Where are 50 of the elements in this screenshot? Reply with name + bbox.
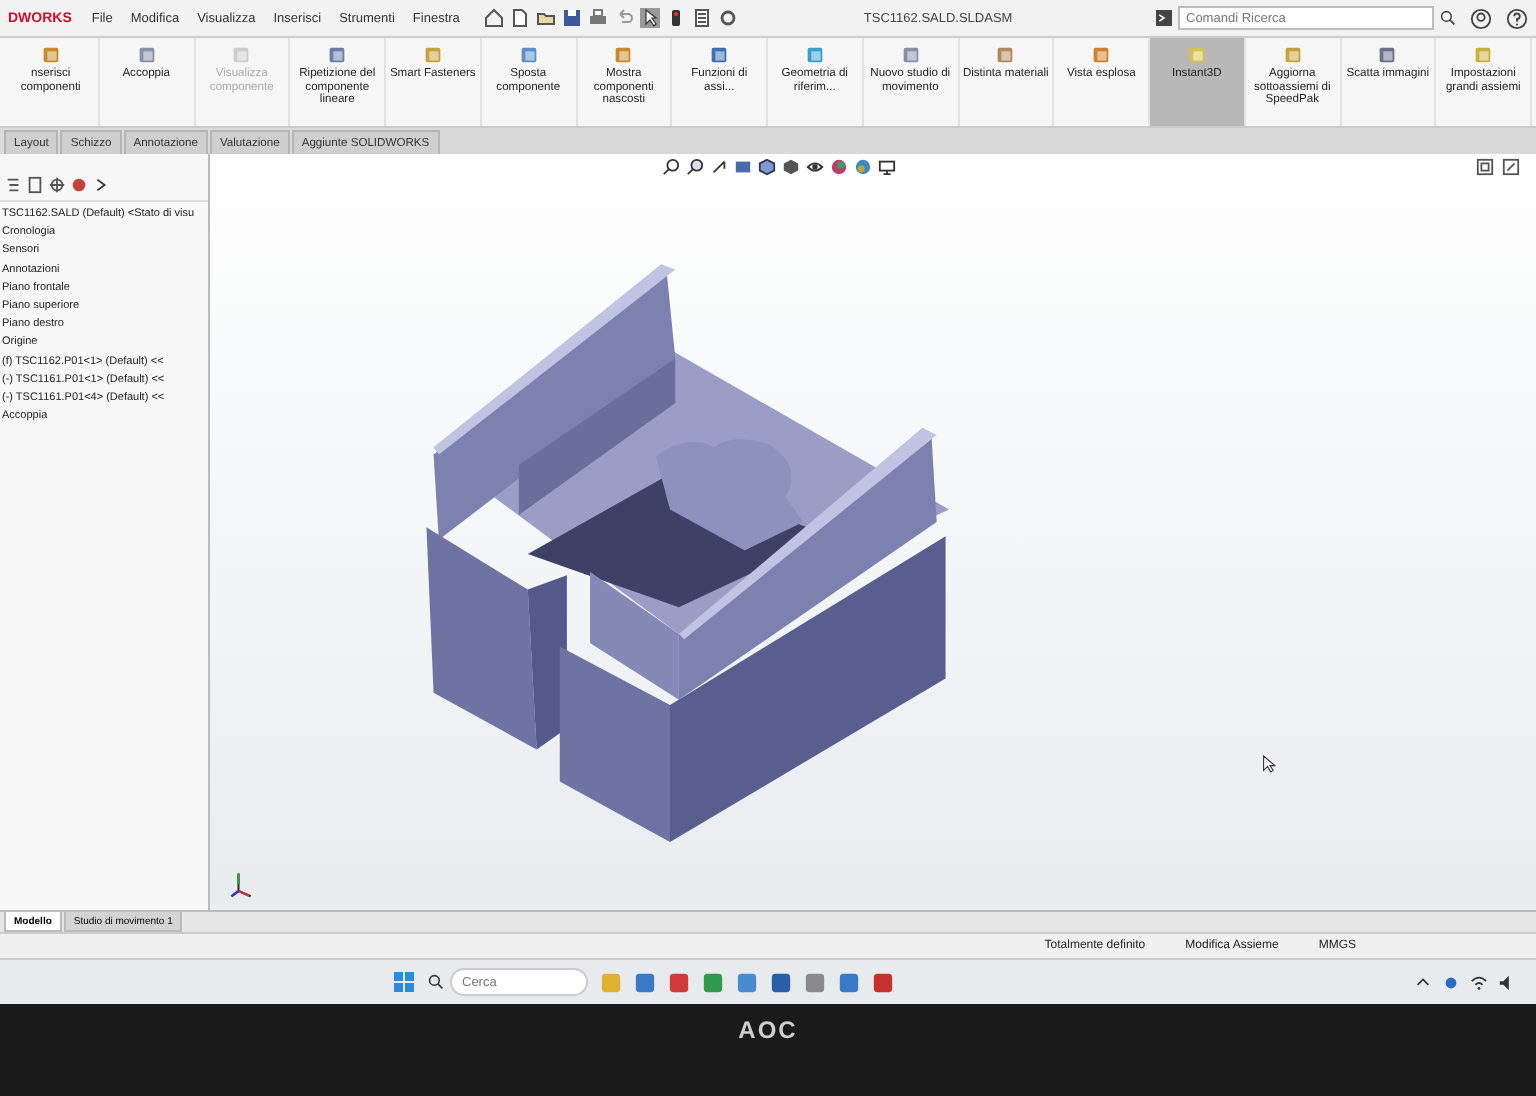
mouse-pointer-icon xyxy=(1262,754,1278,774)
search-icon[interactable] xyxy=(1440,10,1456,26)
app-icon[interactable] xyxy=(838,971,860,993)
window-maximize-icon[interactable] xyxy=(1502,158,1520,176)
app-icon[interactable] xyxy=(804,971,826,993)
tool-icon xyxy=(1281,44,1304,66)
app-icon[interactable] xyxy=(872,971,894,993)
printer-icon[interactable] xyxy=(587,8,608,28)
app-icon[interactable] xyxy=(736,971,758,993)
open-folder-icon[interactable] xyxy=(535,8,556,28)
tool-icon xyxy=(708,44,731,66)
tool-icon xyxy=(803,44,826,66)
app-icon[interactable] xyxy=(668,971,690,993)
file-properties-icon[interactable] xyxy=(691,8,712,28)
tool-icon xyxy=(994,44,1017,66)
windows-logo-icon[interactable] xyxy=(392,970,416,994)
app-icon[interactable] xyxy=(770,971,792,993)
crosshair-icon[interactable] xyxy=(48,176,66,194)
tool-icon xyxy=(517,44,540,66)
monitor-brand-logo: AOC xyxy=(738,1016,798,1044)
app-icon[interactable] xyxy=(634,971,656,993)
user-icon[interactable] xyxy=(1470,7,1492,29)
tool-icon xyxy=(1090,44,1113,66)
app-icon[interactable] xyxy=(702,971,724,993)
tool-icon xyxy=(135,44,158,66)
tool-icon xyxy=(612,44,635,66)
new-document-icon[interactable] xyxy=(509,8,530,28)
window-restore-icon[interactable] xyxy=(1476,158,1494,176)
zoom-icon[interactable] xyxy=(662,158,680,176)
save-icon[interactable] xyxy=(561,8,582,28)
command-icon xyxy=(1156,10,1172,26)
select-cursor-icon[interactable] xyxy=(639,8,660,28)
zoom-area-icon[interactable] xyxy=(686,158,704,176)
home-icon[interactable] xyxy=(483,8,504,28)
tool-icon xyxy=(326,44,349,66)
eye-icon[interactable] xyxy=(806,158,824,176)
monitor-icon[interactable] xyxy=(878,158,896,176)
tool-icon xyxy=(1472,44,1495,66)
tool-icon xyxy=(1376,44,1399,66)
wifi-icon[interactable] xyxy=(1470,973,1488,991)
search-icon xyxy=(428,974,444,990)
chevron-up-icon[interactable] xyxy=(1414,973,1432,991)
help-icon[interactable] xyxy=(1506,7,1528,29)
tool-icon xyxy=(230,44,253,66)
tool-icon xyxy=(421,44,444,66)
tool-icon xyxy=(899,44,922,66)
tool-icon xyxy=(39,44,62,66)
feature-tree-icon[interactable] xyxy=(4,176,22,194)
chevron-right-icon[interactable] xyxy=(92,176,110,194)
tool-icon xyxy=(1185,44,1208,66)
